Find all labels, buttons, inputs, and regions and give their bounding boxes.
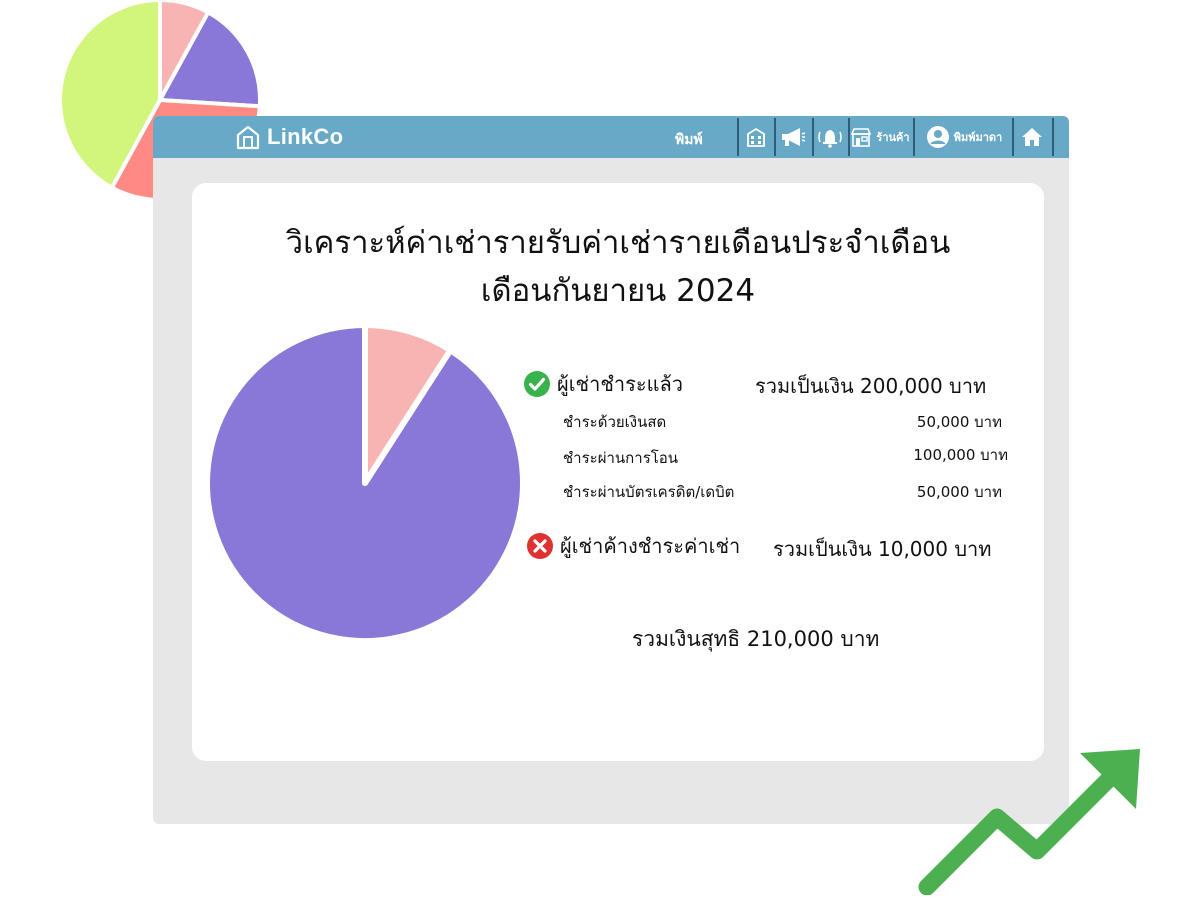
nav-separator — [1052, 118, 1054, 156]
transfer-value: 100,000 บาท — [913, 446, 1008, 464]
paid-status: ผู้เช่าชำระแล้ว — [523, 368, 683, 400]
unpaid-status: ผู้เช่าค้างชำระค่าเช่า — [526, 530, 740, 562]
megaphone-icon — [782, 128, 806, 146]
shop-icon — [851, 128, 872, 147]
home-button[interactable] — [1015, 120, 1049, 154]
shop-button[interactable]: ร้านค้า — [850, 120, 910, 154]
user-icon — [926, 126, 949, 148]
announcement-button[interactable] — [777, 120, 809, 154]
nav-separator — [774, 118, 776, 156]
transfer-label: ชำระผ่านการโอน — [563, 449, 679, 467]
logo-house-icon — [236, 125, 260, 150]
nav-separator — [737, 118, 739, 156]
rent-pie-chart — [205, 323, 525, 643]
top-navbar: LinkCo พิมพ์ ร้านค้า พิมพ์มาดา — [153, 116, 1069, 158]
net-total: รวมเงินสุทธิ 210,000 บาท — [632, 627, 880, 651]
unpaid-label: ผู้เช่าค้างชำระค่าเช่า — [560, 534, 741, 558]
logo-text: LinkCo — [267, 124, 344, 149]
print-button[interactable]: พิมพ์ — [675, 129, 703, 151]
check-circle-icon — [524, 371, 550, 397]
report-title-line2: เดือนกันยายน 2024 — [480, 273, 756, 309]
report-panel: วิเคราะห์ค่าเช่ารายรับค่าเช่ารายเดือนประ… — [192, 183, 1044, 761]
unpaid-total: รวมเป็นเงิน 10,000 บาท — [773, 537, 992, 561]
card-label: ชำระผ่านบัตรเครดิต/เดบิต — [563, 483, 735, 501]
cash-label: ชำระด้วยเงินสด — [563, 413, 667, 431]
report-title-line1: วิเคราะห์ค่าเช่ารายรับค่าเช่ารายเดือนประ… — [285, 225, 951, 261]
home-icon — [1022, 128, 1042, 146]
paid-label: ผู้เช่าชำระแล้ว — [557, 372, 684, 396]
building-icon — [747, 127, 765, 147]
nav-separator — [913, 118, 915, 156]
bell-icon — [818, 130, 842, 148]
paid-total: รวมเป็นเงิน 200,000 บาท — [755, 374, 987, 398]
report-title: วิเคราะห์ค่าเช่ารายรับค่าเช่ารายเดือนประ… — [192, 219, 1044, 315]
trend-arrow-icon — [918, 749, 1140, 895]
nav-separator — [1012, 118, 1014, 156]
building-button[interactable] — [741, 120, 771, 154]
cross-circle-icon — [527, 533, 553, 559]
logo[interactable]: LinkCo — [235, 122, 343, 152]
user-menu-button[interactable]: พิมพ์มาดา — [917, 120, 1011, 154]
cash-value: 50,000 บาท — [916, 413, 1002, 431]
shop-label: ร้านค้า — [876, 131, 910, 144]
user-name: พิมพ์มาดา — [953, 131, 1003, 144]
card-value: 50,000 บาท — [916, 483, 1002, 501]
notification-button[interactable] — [814, 120, 846, 154]
